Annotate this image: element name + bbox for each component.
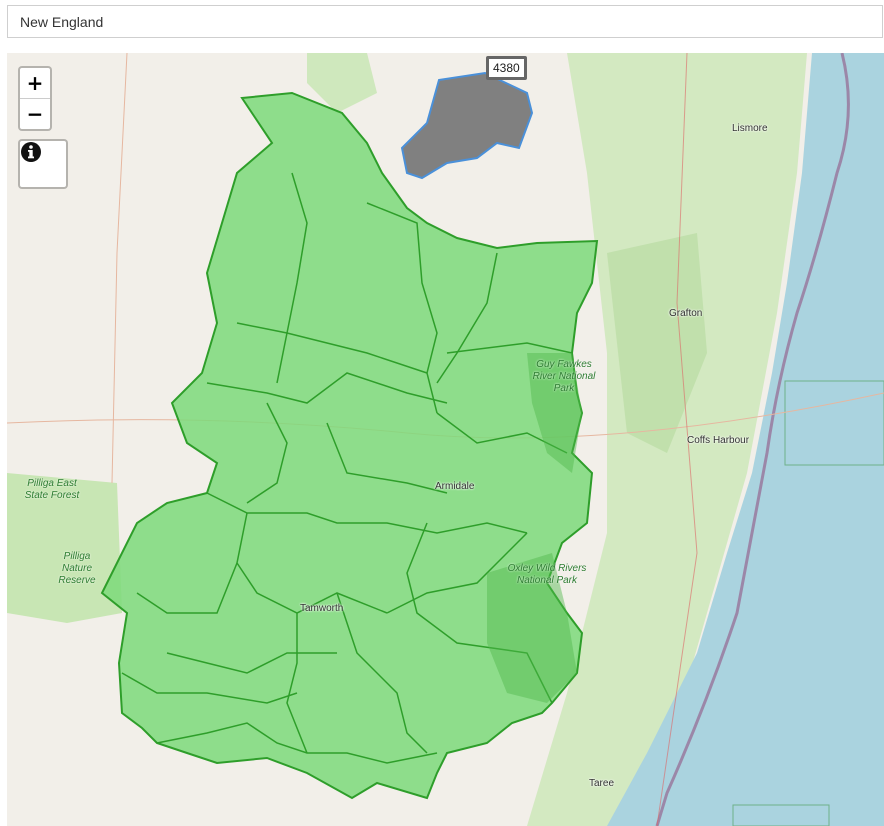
info-button[interactable] (18, 139, 68, 189)
map-canvas (7, 53, 884, 826)
map-view[interactable]: 4380 Lismore Grafton Coffs Harbour Armid… (7, 53, 884, 826)
zoom-out-button[interactable]: − (20, 98, 50, 129)
place-label-coffs-harbour: Coffs Harbour (687, 435, 750, 446)
zoom-in-button[interactable]: + (20, 68, 50, 98)
search-input[interactable] (7, 5, 883, 38)
place-label-tamworth: Tamworth (300, 603, 344, 614)
place-label-taree: Taree (589, 778, 615, 789)
place-label-lismore: Lismore (732, 123, 768, 134)
park-label-guy-fawkes: Guy Fawkes River National Park (532, 359, 596, 394)
place-label-armidale: Armidale (435, 481, 475, 492)
park-label-pilliga-east: Pilliga East State Forest (24, 478, 80, 501)
region-label: 4380 (486, 56, 527, 80)
info-circle-icon (21, 142, 41, 162)
place-label-grafton: Grafton (669, 308, 703, 319)
park-label-pilliga-nature: Pilliga Nature Reserve (58, 551, 96, 586)
zoom-control: + − (18, 66, 52, 131)
park-label-oxley-wild: Oxley Wild Rivers National Park (507, 563, 587, 586)
